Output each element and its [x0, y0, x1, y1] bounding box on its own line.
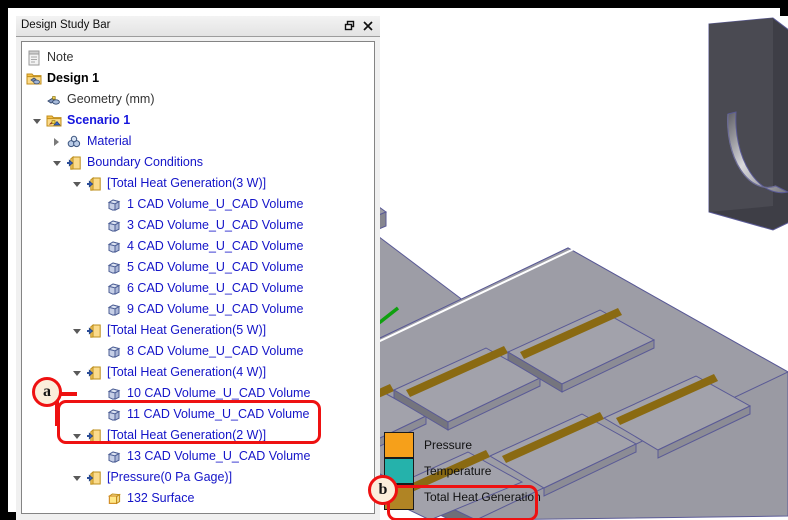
tree-node[interactable]: Note: [22, 47, 374, 68]
tree-node-label: [Total Heat Generation(2 W)]: [107, 428, 267, 443]
boundary-condition-icon: [86, 512, 102, 513]
tree-node[interactable]: Scenario 1: [22, 110, 374, 131]
legend-label: Temperature: [424, 464, 492, 478]
collapse-arrow-icon[interactable]: [73, 467, 84, 488]
cad-volume-icon: [106, 218, 122, 234]
screenshot-root: Design Study Bar Note Design 1 Geometry (m…: [0, 0, 788, 520]
tree-node-label: Note: [47, 50, 74, 65]
tree-node-label: Scenario 1: [67, 113, 131, 128]
panel-title-text: Design Study Bar: [21, 19, 111, 31]
tree-node-label: 10 CAD Volume_U_CAD Volume: [127, 386, 311, 401]
restore-window-icon[interactable]: [342, 18, 358, 34]
tree-node[interactable]: [Total Heat Generation(5 W)]: [22, 320, 374, 341]
app-frame: Design Study Bar Note Design 1 Geometry (m…: [0, 0, 788, 520]
tree-node[interactable]: 1 CAD Volume_U_CAD Volume: [22, 194, 374, 215]
design-folder-icon: [26, 71, 42, 87]
note-icon: [26, 50, 42, 66]
collapse-arrow-icon[interactable]: [73, 173, 84, 194]
boundary-condition-icon: [86, 176, 102, 192]
cad-volume-icon: [106, 407, 122, 423]
legend-label: Total Heat Generation: [424, 490, 541, 504]
geometry-icon: [46, 92, 62, 108]
tree-node-label: 9 CAD Volume_U_CAD Volume: [127, 302, 304, 317]
expand-arrow-icon[interactable]: [53, 131, 64, 152]
tree-node-label: 5 CAD Volume_U_CAD Volume: [127, 260, 304, 275]
tree-node-label: [Total Heat Generation(3 W)]: [107, 176, 267, 191]
tree-node[interactable]: [Total Heat Generation(4 W)]: [22, 362, 374, 383]
tree-node[interactable]: 4 CAD Volume_U_CAD Volume: [22, 236, 374, 257]
cad-volume-icon: [106, 449, 122, 465]
scenario-folder-icon: [46, 113, 62, 129]
tree-node[interactable]: [Pressure(0 Pa Gage)]: [22, 467, 374, 488]
boundary-condition-icon: [86, 365, 102, 381]
tree-node[interactable]: 8 CAD Volume_U_CAD Volume: [22, 341, 374, 362]
boundary-condition-icon: [86, 470, 102, 486]
close-icon[interactable]: [360, 18, 376, 34]
tree-node-label: [Pressure(0 Pa Gage), Temperature(25 Cel…: [107, 512, 372, 513]
tree-node-label: Design 1: [47, 71, 100, 86]
tree-node[interactable]: 3 CAD Volume_U_CAD Volume: [22, 215, 374, 236]
cad-volume-icon: [106, 344, 122, 360]
design-tree: Note Design 1 Geometry (mm) Scenario 1 Mater…: [22, 42, 374, 513]
tree-node[interactable]: 5 CAD Volume_U_CAD Volume: [22, 257, 374, 278]
boundary-condition-icon: [86, 428, 102, 444]
tree-node[interactable]: Geometry (mm): [22, 89, 374, 110]
tree-node-label: [Total Heat Generation(4 W)]: [107, 365, 267, 380]
tree-node[interactable]: 9 CAD Volume_U_CAD Volume: [22, 299, 374, 320]
tree-node[interactable]: [Total Heat Generation(3 W)]: [22, 173, 374, 194]
tree-node[interactable]: 6 CAD Volume_U_CAD Volume: [22, 278, 374, 299]
boundary-condition-icon: [66, 155, 82, 171]
collapse-arrow-icon[interactable]: [73, 320, 84, 341]
tree-node-label: 3 CAD Volume_U_CAD Volume: [127, 218, 304, 233]
collapse-arrow-icon[interactable]: [73, 362, 84, 383]
callout-marker-a: a: [32, 377, 62, 407]
tree-node-label: 6 CAD Volume_U_CAD Volume: [127, 281, 304, 296]
callout-marker-b: b: [368, 475, 398, 505]
legend-label: Pressure: [424, 438, 473, 452]
cad-volume-icon: [106, 302, 122, 318]
tree-node-label: Boundary Conditions: [87, 155, 204, 170]
cad-volume-icon: [106, 260, 122, 276]
cad-volume-icon: [106, 239, 122, 255]
tree-node-label: 11 CAD Volume_U_CAD Volume: [127, 407, 310, 422]
cad-volume-icon: [106, 197, 122, 213]
legend-color-swatch: [384, 432, 414, 458]
collapse-arrow-icon[interactable]: [53, 152, 64, 173]
design-tree-scroll-area[interactable]: Note Design 1 Geometry (mm) Scenario 1 Mater…: [21, 41, 375, 514]
material-icon: [66, 134, 82, 150]
panel-title-bar[interactable]: Design Study Bar: [16, 16, 380, 37]
tree-node[interactable]: Design 1: [22, 68, 374, 89]
tree-node[interactable]: 13 CAD Volume_U_CAD Volume: [22, 446, 374, 467]
tree-node[interactable]: 11 CAD Volume_U_CAD Volume: [22, 404, 374, 425]
cad-volume-icon: [106, 281, 122, 297]
tree-node[interactable]: Material: [22, 131, 374, 152]
tree-node-label: 4 CAD Volume_U_CAD Volume: [127, 239, 304, 254]
tree-node-label: Geometry (mm): [67, 92, 155, 107]
cad-surface-icon: [106, 491, 122, 507]
boundary-condition-icon: [86, 323, 102, 339]
cad-right-block: [708, 17, 788, 231]
tree-node-label: [Total Heat Generation(5 W)]: [107, 323, 267, 338]
tree-node-label: [Pressure(0 Pa Gage)]: [107, 470, 233, 485]
cad-volume-icon: [106, 386, 122, 402]
collapse-arrow-icon[interactable]: [73, 425, 84, 446]
tree-node-label: 8 CAD Volume_U_CAD Volume: [127, 344, 304, 359]
tree-node-label: Material: [87, 134, 132, 149]
tree-node[interactable]: [Total Heat Generation(2 W)]: [22, 425, 374, 446]
tree-node[interactable]: Boundary Conditions: [22, 152, 374, 173]
tree-node-label: 132 Surface: [127, 491, 195, 506]
tree-node-label: 1 CAD Volume_U_CAD Volume: [127, 197, 304, 212]
tree-node-label: 13 CAD Volume_U_CAD Volume: [127, 449, 311, 464]
design-study-bar-panel: Design Study Bar Note Design 1 Geometry (m…: [16, 16, 380, 520]
tree-node[interactable]: [Pressure(0 Pa Gage), Temperature(25 Cel…: [22, 509, 374, 513]
collapse-arrow-icon[interactable]: [33, 110, 44, 131]
tree-node[interactable]: 132 Surface: [22, 488, 374, 509]
collapse-arrow-icon[interactable]: [73, 509, 84, 513]
